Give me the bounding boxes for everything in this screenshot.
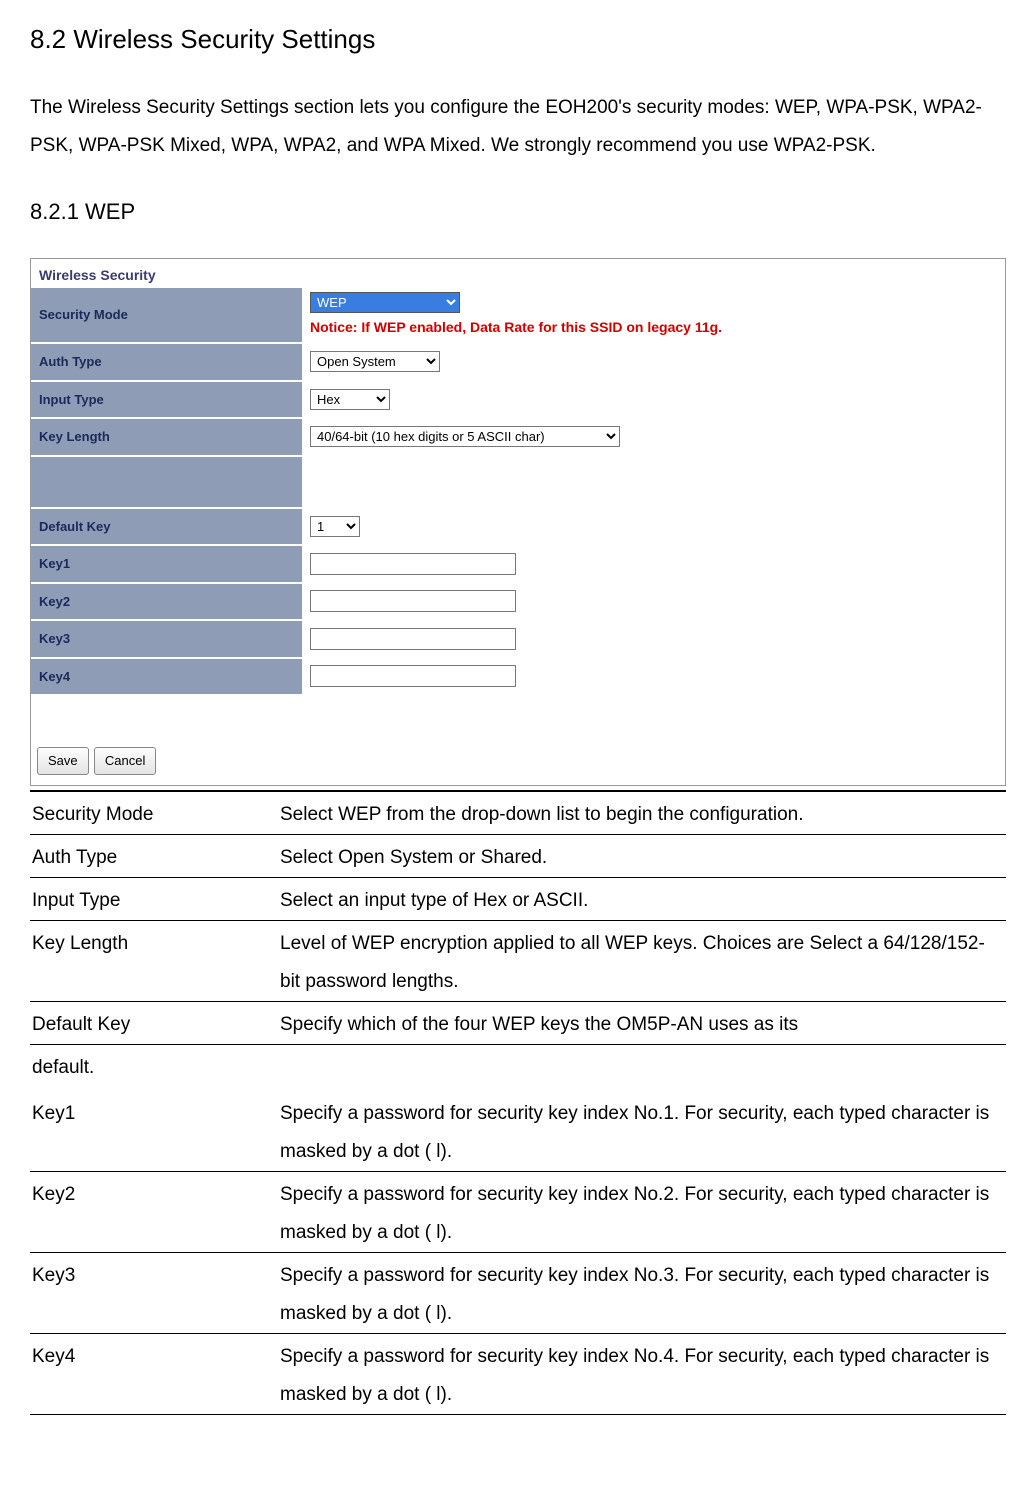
label-key1: Key1 [31, 545, 302, 583]
settings-form: Security Mode WEP Notice: If WEP enabled… [31, 288, 1005, 696]
desc-term-key4: Key4 [30, 1333, 278, 1414]
desc-term-key3: Key3 [30, 1252, 278, 1333]
key1-input[interactable] [310, 553, 516, 575]
default-key-select[interactable]: 1 [310, 516, 360, 537]
desc-term-key1: Key1 [30, 1091, 278, 1172]
desc-term-key2: Key2 [30, 1171, 278, 1252]
key4-input[interactable] [310, 665, 516, 687]
desc-term-key-length: Key Length [30, 920, 278, 1001]
panel-header: Wireless Security [31, 259, 1005, 288]
security-mode-select[interactable]: WEP [310, 292, 460, 313]
wep-notice: Notice: If WEP enabled, Data Rate for th… [310, 317, 997, 338]
label-key3: Key3 [31, 620, 302, 658]
desc-default-key-cont: default. [30, 1044, 1006, 1091]
desc-text-input-type: Select an input type of Hex or ASCII. [278, 877, 1006, 920]
wireless-security-panel: Wireless Security Security Mode WEP Noti… [30, 258, 1006, 786]
desc-text-key2: Specify a password for security key inde… [278, 1171, 1006, 1252]
key2-input[interactable] [310, 590, 516, 612]
cancel-button[interactable]: Cancel [94, 747, 156, 775]
input-type-select[interactable]: Hex [310, 389, 390, 410]
label-default-key: Default Key [31, 508, 302, 546]
label-key-length: Key Length [31, 418, 302, 456]
desc-text-auth-type: Select Open System or Shared. [278, 834, 1006, 877]
key-length-select[interactable]: 40/64-bit (10 hex digits or 5 ASCII char… [310, 426, 620, 447]
desc-term-auth-type: Auth Type [30, 834, 278, 877]
label-auth-type: Auth Type [31, 343, 302, 381]
desc-text-key1: Specify a password for security key inde… [278, 1091, 1006, 1172]
desc-term-input-type: Input Type [30, 877, 278, 920]
desc-term-security-mode: Security Mode [30, 792, 278, 835]
label-input-type: Input Type [31, 381, 302, 419]
description-table: Security Mode Select WEP from the drop-d… [30, 792, 1006, 1415]
desc-text-key3: Specify a password for security key inde… [278, 1252, 1006, 1333]
desc-text-key-length: Level of WEP encryption applied to all W… [278, 920, 1006, 1001]
label-key4: Key4 [31, 658, 302, 696]
desc-text-default-key: Specify which of the four WEP keys the O… [278, 1001, 1006, 1044]
button-row: Save Cancel [31, 736, 1005, 785]
subsection-title: 8.2.1 WEP [30, 195, 1006, 228]
auth-type-select[interactable]: Open System [310, 351, 440, 372]
key3-input[interactable] [310, 628, 516, 650]
desc-text-key4: Specify a password for security key inde… [278, 1333, 1006, 1414]
label-key2: Key2 [31, 583, 302, 621]
section-title: 8.2 Wireless Security Settings [30, 20, 1006, 59]
description-table-wrap: Security Mode Select WEP from the drop-d… [30, 790, 1006, 1415]
desc-text-security-mode: Select WEP from the drop-down list to be… [278, 792, 1006, 835]
section-intro: The Wireless Security Settings section l… [30, 89, 1006, 165]
save-button[interactable]: Save [37, 747, 89, 775]
desc-term-default-key: Default Key [30, 1001, 278, 1044]
label-security-mode: Security Mode [31, 288, 302, 343]
spacer-cell [31, 456, 302, 508]
